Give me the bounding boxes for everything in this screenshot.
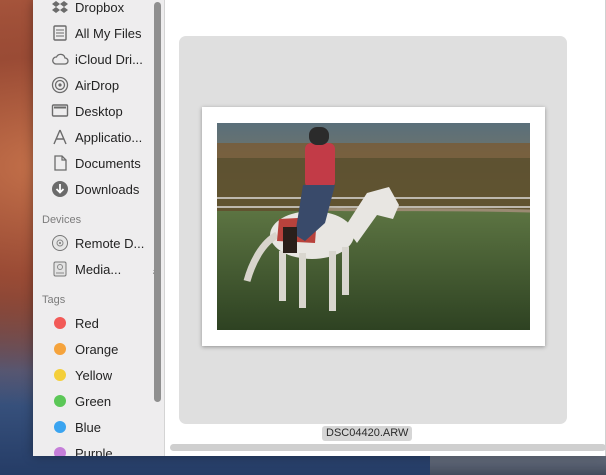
sidebar-item-label: Green xyxy=(75,393,112,409)
sidebar-item-label: Yellow xyxy=(75,367,113,383)
sidebar-tag-blue[interactable]: Blue xyxy=(50,417,101,437)
sidebar-item-label: iCloud Dri... xyxy=(75,51,143,67)
sidebar-item-applications[interactable]: Applicatio... xyxy=(50,127,142,147)
sidebar-item-label: Purple xyxy=(75,445,113,457)
desktop-icon xyxy=(50,102,69,120)
tag-dot-icon xyxy=(53,343,66,355)
sidebar-item-remote-disc[interactable]: Remote D... xyxy=(50,233,144,253)
sidebar: Dropbox All My Files iCloud Dri... AirDr… xyxy=(33,0,165,456)
sidebar-item-label: Blue xyxy=(75,419,102,435)
sidebar-item-icloud-drive[interactable]: iCloud Dri... xyxy=(50,49,143,69)
sidebar-item-label: Desktop xyxy=(75,103,123,119)
photo-thumbnail xyxy=(217,123,530,330)
cloud-icon xyxy=(50,50,69,68)
tag-dot-icon xyxy=(53,395,66,407)
downloads-icon xyxy=(50,180,69,198)
sidebar-item-label: Remote D... xyxy=(75,235,145,251)
sidebar-item-label: Downloads xyxy=(75,181,140,197)
sidebar-tag-purple[interactable]: Purple xyxy=(50,443,113,456)
tag-dot-icon xyxy=(53,421,66,433)
sidebar-section-tags: Tags xyxy=(42,294,66,306)
sidebar-item-label: Dropbox xyxy=(75,0,125,15)
sidebar-tag-red[interactable]: Red xyxy=(50,313,99,333)
sidebar-item-desktop[interactable]: Desktop xyxy=(50,101,123,121)
preview-filename: DSC04420.ARW xyxy=(322,426,413,441)
sidebar-item-label: AirDrop xyxy=(75,77,120,93)
sidebar-item-label: All My Files xyxy=(75,25,142,41)
airdrop-icon xyxy=(50,76,69,94)
finder-window: Dropbox All My Files iCloud Dri... AirDr… xyxy=(33,0,606,456)
preview-pane: DSC04420.ARW xyxy=(166,0,606,456)
tag-dot-icon xyxy=(53,369,66,381)
documents-icon xyxy=(50,154,69,172)
sidebar-tag-orange[interactable]: Orange xyxy=(50,339,118,359)
tag-dot-icon xyxy=(53,317,66,329)
tag-dot-icon xyxy=(53,447,66,456)
sidebar-scrollbar[interactable] xyxy=(154,2,161,402)
sidebar-item-label: Media... xyxy=(75,261,122,277)
sidebar-tag-yellow[interactable]: Yellow xyxy=(50,365,112,385)
sidebar-item-media-drive[interactable]: Media... xyxy=(50,259,162,279)
dropbox-icon xyxy=(50,0,69,16)
sidebar-item-dropbox[interactable]: Dropbox xyxy=(50,0,124,17)
horizontal-scrollbar[interactable] xyxy=(170,444,606,451)
sidebar-item-label: Orange xyxy=(75,341,119,357)
all-my-files-icon xyxy=(50,24,69,42)
sidebar-item-airdrop[interactable]: AirDrop xyxy=(50,75,119,95)
sidebar-tag-green[interactable]: Green xyxy=(50,391,111,411)
drive-icon xyxy=(50,260,69,278)
sidebar-item-label: Red xyxy=(75,315,99,331)
disc-icon xyxy=(50,234,69,252)
sidebar-item-documents[interactable]: Documents xyxy=(50,153,141,173)
applications-icon xyxy=(50,128,69,146)
sidebar-item-downloads[interactable]: Downloads xyxy=(50,179,139,199)
sidebar-item-label: Applicatio... xyxy=(75,129,143,145)
sidebar-section-devices: Devices xyxy=(42,214,82,226)
sidebar-item-all-my-files[interactable]: All My Files xyxy=(50,23,141,43)
sidebar-item-label: Documents xyxy=(75,155,141,171)
photo-thumbnail-frame[interactable] xyxy=(202,107,545,346)
